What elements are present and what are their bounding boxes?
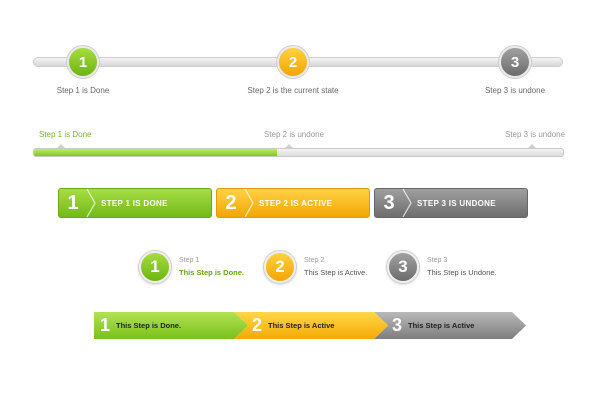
step-1-item[interactable]: 1 Step 1 This Step is Done. <box>139 251 244 283</box>
step-2-circle: 2 <box>277 46 309 78</box>
step-3-description: This Step is Undone. <box>427 268 497 277</box>
step-2-description: This Step is Active. <box>304 268 368 277</box>
step-3-circle: 3 <box>499 46 531 78</box>
step-1-button-number: 1 <box>67 191 79 214</box>
arrow-step-1-label: This Step is Done. <box>116 321 182 330</box>
step-1-badge: 1 <box>139 251 171 283</box>
step-2-button[interactable]: 2 STEP 2 IS ACTIVE <box>216 188 370 218</box>
step-3-title: Step 3 <box>427 257 448 264</box>
arrow-step-3-label: This Step is Active <box>408 321 475 330</box>
step-3-button[interactable]: 3 STEP 3 IS UNDONE <box>374 188 528 218</box>
step-1-button[interactable]: 1 STEP 1 IS DONE <box>58 188 212 218</box>
step-2-item[interactable]: 2 Step 2 This Step is Active. <box>264 251 367 283</box>
step-2-button-number: 2 <box>225 191 237 214</box>
arrow-step-1-number: 1 <box>100 315 111 335</box>
step-2-title: Step 2 <box>304 257 325 264</box>
step-2-active[interactable]: 2 Step 2 is the current state <box>213 46 373 95</box>
step-3-label: Step 3 is undone <box>484 86 546 95</box>
arrow-step-1: 1 This Step is Done. <box>94 312 181 339</box>
step-2-label: Step 2 is the current state <box>247 86 339 95</box>
step-3-button-number: 3 <box>383 191 395 214</box>
progress-bar-fill <box>34 149 278 156</box>
arrow-step-3: 3 This Step is Active <box>386 312 474 339</box>
step-1-done[interactable]: 1 Step 1 is Done <box>3 46 163 95</box>
step-2-button-label: STEP 2 IS ACTIVE <box>259 198 333 208</box>
arrow-step-3-number: 3 <box>392 315 403 335</box>
chevron-right-icon <box>86 189 96 217</box>
step-1-description: This Step is Done. <box>179 268 245 277</box>
chevron-right-icon <box>244 189 254 217</box>
step-3-undone[interactable]: 3 Step 3 is undone <box>435 46 595 95</box>
progress-label-step-1: Step 1 is Done <box>39 130 92 139</box>
chevron-right-icon <box>402 189 412 217</box>
step-1-circle: 1 <box>67 46 99 78</box>
arrow-step-2-label: This Step is Active <box>268 321 335 330</box>
step-arrow-bar: 1 This Step is Done. 2 This Step is Acti… <box>94 312 526 339</box>
progress-bar <box>33 148 564 157</box>
step-1-title: Step 1 <box>179 257 200 264</box>
step-1-button-label: STEP 1 IS DONE <box>101 198 168 208</box>
step-3-item[interactable]: 3 Step 3 This Step is Undone. <box>387 251 497 283</box>
progress-label-step-2: Step 2 is undone <box>264 130 325 139</box>
step-3-badge: 3 <box>387 251 419 283</box>
step-1-label: Step 1 is Done <box>56 86 110 95</box>
step-2-badge: 2 <box>264 251 296 283</box>
arrow-step-2: 2 This Step is Active <box>246 312 334 339</box>
step-3-button-label: STEP 3 IS UNDONE <box>417 198 496 208</box>
arrow-step-2-number: 2 <box>252 315 263 335</box>
progress-label-step-3: Step 3 is undone <box>505 130 566 139</box>
